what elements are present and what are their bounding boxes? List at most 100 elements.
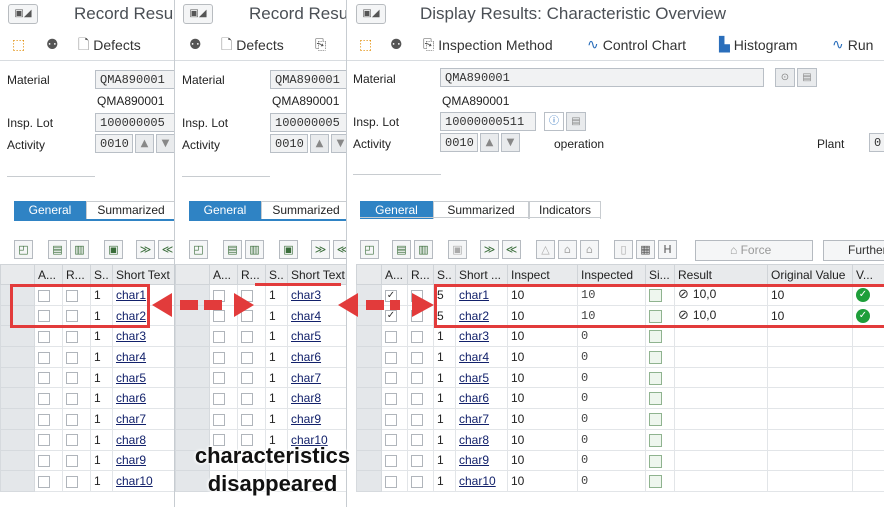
row-selector[interactable] [356,325,382,348]
previous-activity-button[interactable]: ▲ [480,133,499,152]
short-text-cell[interactable]: char2 [455,304,508,327]
checkbox[interactable] [385,434,397,447]
checkbox[interactable] [411,413,423,426]
sample-icon[interactable] [649,454,662,468]
table-row[interactable]: 1 char5 [0,366,174,389]
checkbox[interactable] [38,413,50,426]
table-row[interactable]: 1 char1 [0,284,174,306]
a-cell[interactable] [381,387,408,410]
table-row[interactable]: 1 char9 [0,449,174,472]
checkbox[interactable] [38,475,50,488]
sample-icon[interactable] [649,289,662,302]
column-header[interactable]: A... [381,264,408,285]
select-all-icon[interactable]: ▤ [223,240,242,259]
table-row[interactable]: 1 char7 10 0 [356,408,884,430]
r-cell[interactable] [62,325,91,348]
checkbox[interactable] [385,372,397,385]
checkbox[interactable] [411,351,423,364]
checkbox[interactable] [385,393,397,406]
short-text-cell[interactable]: char10 [455,470,508,492]
short-text-cell[interactable]: char8 [287,387,346,410]
characteristic-link[interactable]: char9 [116,453,146,467]
checkbox[interactable] [66,310,78,323]
checkbox[interactable] [213,351,225,364]
table-icon[interactable]: ▦ [636,240,655,259]
characteristic-link[interactable]: char7 [116,412,146,426]
table-row[interactable]: 1 char6 10 0 [356,387,884,410]
checkbox[interactable] [66,413,78,426]
row-selector[interactable] [0,449,35,472]
system-menu-icon[interactable]: ▣◢ [183,4,213,24]
r-cell[interactable] [407,366,434,389]
result-cell[interactable] [674,470,768,492]
checkbox[interactable] [241,413,253,426]
history-icon[interactable]: H [658,240,677,259]
short-text-cell[interactable]: char6 [287,346,346,368]
checkbox[interactable] [66,331,78,344]
column-header[interactable]: Inspected [577,264,646,285]
plant-field[interactable]: 0 [869,133,884,152]
result-cell[interactable] [674,387,768,410]
a-cell[interactable] [34,449,63,472]
details-icon[interactable]: ◰ [360,240,379,259]
column-header[interactable]: S.. [265,264,288,285]
warning-icon[interactable]: △ [536,240,555,259]
short-text-cell[interactable]: char5 [287,325,346,348]
force-button[interactable]: ⌂ Force [695,240,813,261]
table-row[interactable]: 1 char5 10 0 [356,366,884,389]
sample-icon[interactable] [649,475,662,489]
checkbox[interactable] [38,455,50,468]
row-selector[interactable] [0,325,35,348]
row-selector[interactable] [356,408,382,430]
checkbox[interactable] [385,331,397,344]
characteristic-link[interactable]: char6 [459,391,489,405]
column-header[interactable]: S.. [90,264,113,285]
characteristic-link[interactable]: char3 [116,329,146,343]
r-cell[interactable] [407,449,434,472]
a-cell[interactable] [209,325,238,348]
material-field[interactable]: QMA890001 [440,68,764,87]
deselect-all-icon[interactable]: ▥ [414,240,433,259]
column-header[interactable]: R... [237,264,266,285]
expand-icon[interactable]: ≫ [311,240,330,259]
column-header[interactable]: A... [209,264,238,285]
column-header[interactable]: Si... [645,264,675,285]
characteristic-link[interactable]: char9 [459,453,489,467]
row-selector[interactable] [356,346,382,368]
si-cell[interactable] [645,449,675,472]
table-row[interactable]: 1 char2 [0,304,174,327]
result-cell[interactable] [674,449,768,472]
sample-icon[interactable] [649,413,662,427]
lock-icon[interactable]: ⌂ [558,240,577,259]
column-header[interactable]: Original Value [767,264,853,285]
r-cell[interactable] [407,346,434,368]
valuation-icon[interactable]: ▣ [104,240,123,259]
a-cell[interactable] [209,408,238,430]
checkbox[interactable] [38,393,50,406]
user-icon[interactable]: ⚉ [390,34,403,56]
next-activity-button[interactable]: ▼ [501,133,520,152]
checkbox[interactable] [411,475,423,488]
column-header[interactable]: S.. [433,264,456,285]
short-text-cell[interactable]: char4 [455,346,508,368]
tab-summarized[interactable]: Summarized [86,201,174,219]
short-text-cell[interactable]: char5 [112,366,174,389]
copy-icon[interactable]: ▤ [797,68,817,87]
row-selector[interactable] [0,304,35,327]
previous-activity-button[interactable]: ▲ [135,134,154,153]
valuation-icon[interactable]: ▣ [279,240,298,259]
short-text-cell[interactable]: char9 [455,449,508,472]
checkbox[interactable] [411,331,423,344]
table-row[interactable]: 1 char10 [0,470,174,492]
si-cell[interactable] [645,428,675,451]
r-cell[interactable] [62,449,91,472]
table-row[interactable]: 1 char8 10 0 [356,428,884,451]
si-cell[interactable] [645,470,675,492]
short-text-cell[interactable]: char5 [455,366,508,389]
task-icon[interactable]: ⬚ [359,34,372,56]
column-header[interactable]: Result [674,264,768,285]
characteristic-link[interactable]: char10 [459,474,496,488]
row-selector[interactable] [0,470,35,492]
defects-button[interactable]: 🗋 Defects [221,34,284,56]
row-selector[interactable] [356,387,382,410]
